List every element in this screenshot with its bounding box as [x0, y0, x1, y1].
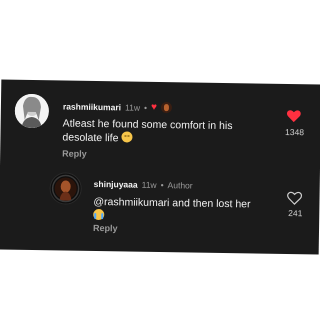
reply-author-avatar[interactable] — [49, 172, 82, 205]
reply-reply-button[interactable]: Reply — [93, 223, 118, 233]
author-liked-heart-icon: ♥ — [150, 101, 158, 113]
comment-username[interactable]: rashmiikumari — [63, 101, 121, 112]
comment-like-count: 1348 — [285, 126, 305, 138]
crying-face-icon — [93, 208, 105, 221]
author-mini-avatar — [160, 102, 173, 114]
reply-username[interactable]: shinjuyaaa — [94, 179, 138, 190]
reply-age: 11w — [141, 179, 157, 190]
author-badge: Author — [167, 180, 193, 191]
reply-body: @rashmiikumari and then lost her — [93, 195, 251, 211]
comment-meta: rashmiikumari 11w • ♥ — [63, 100, 173, 114]
sad-face-icon — [121, 131, 133, 143]
reply-meta: shinjuyaaa 11w • Author — [94, 179, 193, 191]
reply-text: @rashmiikumari and then lost her — [93, 195, 268, 226]
like-heart-filled-icon[interactable] — [286, 108, 302, 124]
reply-like-count: 241 — [288, 208, 303, 219]
meta-separator: • — [160, 180, 164, 191]
commenter-avatar[interactable] — [14, 93, 50, 129]
comment-age: 11w — [124, 101, 141, 113]
comment-text: Atleast he found some comfort in his des… — [62, 116, 252, 147]
comments-panel: rashmiikumari 11w • ♥ Atleast he found s… — [0, 79, 320, 255]
comment-reply-button[interactable]: Reply — [62, 148, 87, 158]
meta-separator: • — [143, 102, 148, 113]
comment-body: Atleast he found some comfort in his des… — [62, 117, 233, 145]
like-heart-outline-icon[interactable] — [286, 190, 303, 206]
